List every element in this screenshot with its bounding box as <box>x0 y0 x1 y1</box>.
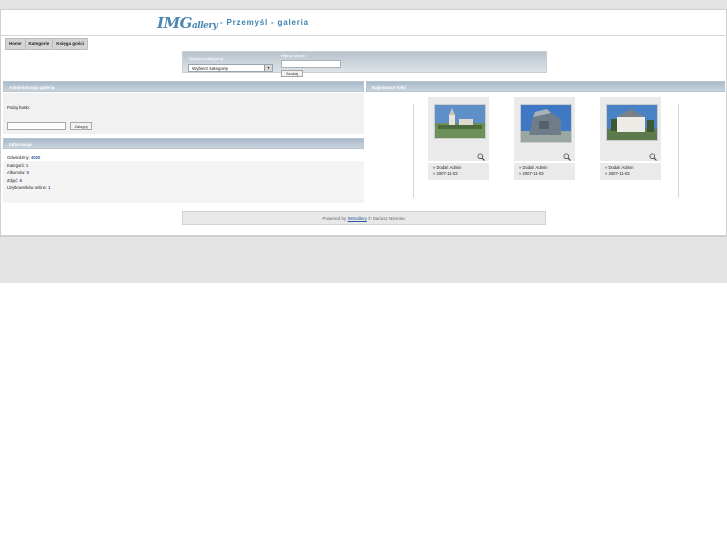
site-header: IMGallery - Przemyśl - galeria <box>1 10 726 36</box>
password-field[interactable] <box>7 122 66 130</box>
browser-top-strip <box>0 0 727 9</box>
albums-value: 0 <box>26 170 29 175</box>
site-title: - Przemyśl - galeria <box>220 18 309 27</box>
keyword-input[interactable] <box>281 60 341 68</box>
latest-photos-header: Najnowsze fotki <box>366 81 725 92</box>
photo-thumbnail[interactable] <box>606 104 658 141</box>
categories-stat: Kategorii: 1 <box>7 163 28 168</box>
page-container: IMGallery - Przemyśl - galeria Home Kate… <box>0 9 727 236</box>
photos-label: Zdjęć: <box>7 178 19 183</box>
visits-label: Odwiedziny: <box>7 155 30 160</box>
menu-item-categories[interactable]: Kategorie <box>26 39 54 49</box>
logo-main: IMG <box>157 14 192 32</box>
footer-brand-link[interactable]: IMGallery <box>348 216 367 221</box>
categories-label: Kategorii: <box>7 163 25 168</box>
category-select[interactable]: Wybierz kategorię ▾ <box>188 64 273 72</box>
photo-date: » 2007-11-03 <box>519 171 544 176</box>
albums-label: Albumów: <box>7 170 26 175</box>
photo-caption: » Dodał: Admin » 2007-11-03 <box>428 163 489 180</box>
keyword-label: Wpisz słowo <box>281 53 305 58</box>
info-panel-header: Informacje <box>3 138 364 149</box>
login-button[interactable]: Zaloguj <box>70 122 92 130</box>
photo-thumb-card <box>600 97 661 161</box>
categories-value: 1 <box>25 163 29 168</box>
info-panel-body <box>3 161 364 203</box>
admin-panel-header: Administracja galerią <box>3 81 364 92</box>
main-menu: Home Kategorie Księga gości <box>5 38 89 50</box>
search-bar: Wybierz kategorię Wybierz kategorię ▾ Wp… <box>182 51 547 77</box>
menu-item-guestbook[interactable]: Księga gości <box>53 39 87 49</box>
category-label: Wybierz kategorię <box>189 56 224 61</box>
footer: Powered by IMGallery © Dariusz Niemiec <box>182 211 546 225</box>
footer-powered-by: Powered by <box>322 216 347 221</box>
photos-stat: Zdjęć: 6 <box>7 178 22 183</box>
zoom-icon[interactable] <box>563 148 571 161</box>
category-select-value: Wybierz kategorię <box>192 66 228 71</box>
zoom-icon[interactable] <box>477 148 485 161</box>
photo-thumb-card <box>428 97 489 161</box>
photo-caption: » Dodał: Admin » 2007-11-03 <box>514 163 575 180</box>
photos-value: 6 <box>19 178 22 183</box>
online-value: 1 <box>48 185 51 190</box>
search-button[interactable]: Szukaj <box>281 70 303 77</box>
logo-sub: allery <box>191 21 218 31</box>
photo-thumb-card <box>514 97 575 161</box>
page-bottom-band <box>0 236 727 283</box>
photo-date: » 2007-11-03 <box>433 171 458 176</box>
menu-item-home[interactable]: Home <box>6 39 26 49</box>
chevron-down-icon[interactable]: ▾ <box>264 65 272 71</box>
password-label: Podaj hasło: <box>7 105 31 110</box>
online-stat: Użytkowników online: 1 <box>7 185 51 190</box>
photo-thumbnail[interactable] <box>434 104 486 139</box>
zoom-icon[interactable] <box>649 148 657 161</box>
photo-thumbnail[interactable] <box>520 104 572 143</box>
photo-caption: » Dodał: Admin » 2007-11-03 <box>600 163 661 180</box>
albums-stat: Albumów: 0 <box>7 170 29 175</box>
footer-copyright: © Dariusz Niemiec <box>368 216 406 221</box>
visits-stat: Odwiedziny: 4020 <box>7 155 40 160</box>
online-label: Użytkowników online: <box>7 185 48 190</box>
photo-date: » 2007-11-03 <box>605 171 630 176</box>
visits-value: 4020 <box>30 155 41 160</box>
imgallery-logo[interactable]: IMGallery <box>157 14 218 32</box>
